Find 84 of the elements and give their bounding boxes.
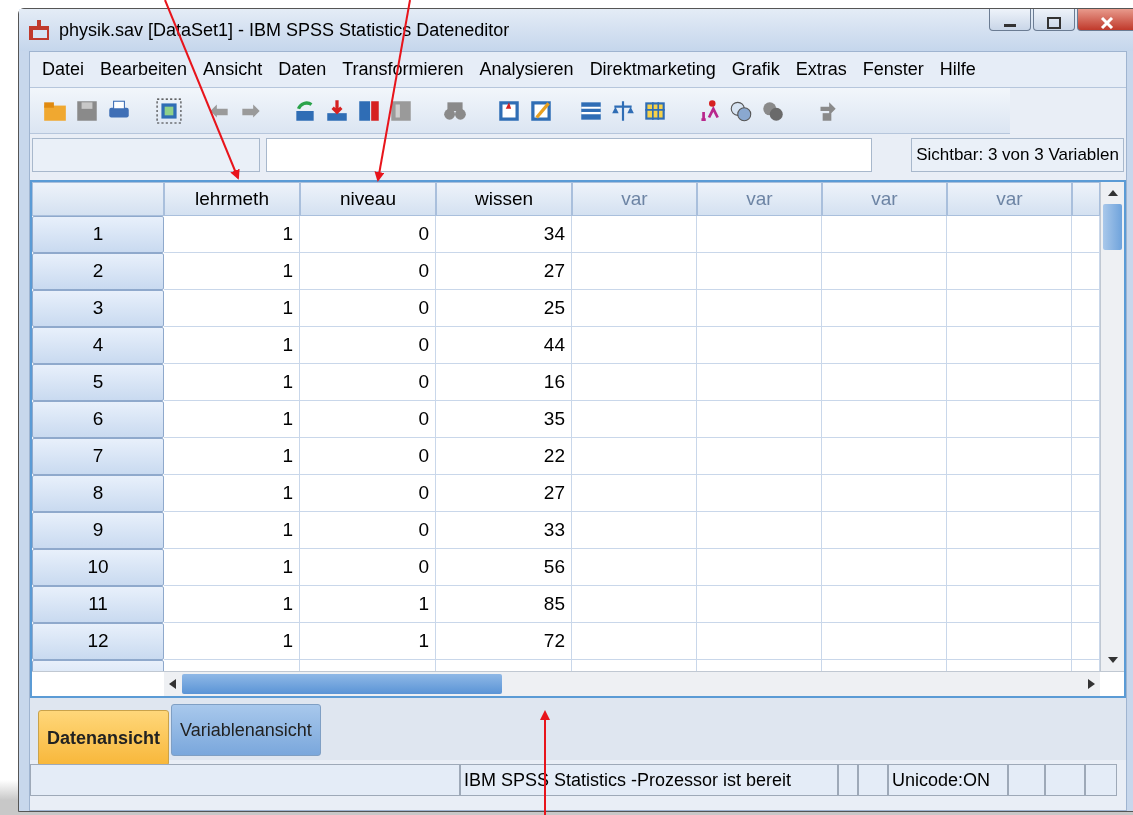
table-cell: 27: [436, 475, 572, 512]
row-header[interactable]: 2: [32, 253, 164, 290]
row-header[interactable]: 5: [32, 364, 164, 401]
table-cell: 1: [164, 623, 300, 660]
column-header[interactable]: niveau: [300, 182, 436, 216]
cell-value-field[interactable]: [266, 138, 872, 172]
table-cell: 0: [300, 364, 436, 401]
table-cell: 16: [436, 364, 572, 401]
table-cell: 1: [164, 216, 300, 253]
app-icon: [27, 18, 51, 42]
table-cell: 27: [436, 253, 572, 290]
table-cell: 85: [436, 586, 572, 623]
row-header[interactable]: 12: [32, 623, 164, 660]
dialog-recall-icon[interactable]: [156, 97, 182, 124]
menu-item[interactable]: Ansicht: [195, 56, 271, 83]
horizontal-scrollbar[interactable]: [164, 672, 1100, 696]
table-cell: 1: [164, 290, 300, 327]
column-header[interactable]: lehrmeth: [164, 182, 300, 216]
table-cell: 1: [164, 253, 300, 290]
table-cell: 0: [300, 290, 436, 327]
table-cell: 34: [436, 216, 572, 253]
row-header[interactable]: 9: [32, 512, 164, 549]
status-panel: [1045, 764, 1085, 796]
menu-item[interactable]: Daten: [270, 56, 335, 83]
menu-item[interactable]: Hilfe: [931, 56, 984, 83]
table-cell: 1: [164, 475, 300, 512]
table-cell: 33: [436, 512, 572, 549]
table-cell: 1: [164, 401, 300, 438]
table-cell: 0: [300, 327, 436, 364]
row-header[interactable]: 8: [32, 475, 164, 512]
table-cell: 1: [164, 364, 300, 401]
table-cell: 35: [436, 401, 572, 438]
table-cell: 25: [436, 290, 572, 327]
maximize-icon: [1047, 17, 1061, 30]
view-tab[interactable]: Datenansicht: [38, 710, 170, 766]
scroll-up-icon[interactable]: [1106, 189, 1119, 197]
table-cell: 0: [300, 475, 436, 512]
vertical-scrollbar[interactable]: [1100, 182, 1124, 671]
menu-item[interactable]: Extras: [787, 56, 855, 83]
menu-item[interactable]: Fenster: [854, 56, 932, 83]
table-cell: 56: [436, 549, 572, 586]
table-cell: 1: [164, 549, 300, 586]
table-cell: 22: [436, 438, 572, 475]
cell-reference-field[interactable]: [32, 138, 260, 172]
table-cell: 0: [300, 216, 436, 253]
maximize-button[interactable]: [1033, 9, 1075, 31]
scroll-thumb[interactable]: [182, 674, 502, 694]
menu-item[interactable]: Datei: [34, 56, 93, 83]
table-cell: 1: [164, 327, 300, 364]
status-text: Unicode:ON: [888, 764, 1008, 796]
table-cell: 0: [300, 549, 436, 586]
status-panel: [1085, 764, 1117, 796]
table-cell: 0: [300, 253, 436, 290]
scroll-thumb[interactable]: [1103, 204, 1122, 250]
row-header[interactable]: 1: [32, 216, 164, 253]
table-cell: 44: [436, 327, 572, 364]
close-button[interactable]: [1077, 9, 1133, 31]
visible-variables-label: Sichtbar: 3 von 3 Variablen: [911, 138, 1124, 172]
column-header[interactable]: wissen: [436, 182, 572, 216]
table-cell: 0: [300, 401, 436, 438]
table-cell: 1: [300, 586, 436, 623]
status-panel: [1008, 764, 1045, 796]
menu-item[interactable]: Direktmarketing: [581, 56, 724, 83]
row-header[interactable]: 7: [32, 438, 164, 475]
row-header[interactable]: 4: [32, 327, 164, 364]
table-cell: 1: [164, 586, 300, 623]
minimize-button[interactable]: [989, 9, 1031, 31]
menu-item[interactable]: Bearbeiten: [92, 56, 196, 83]
scroll-down-icon[interactable]: [1106, 656, 1119, 664]
menu-item[interactable]: Grafik: [723, 56, 788, 83]
table-cell: 72: [436, 623, 572, 660]
insert-case-icon[interactable]: [324, 97, 350, 124]
table-cell: 0: [300, 512, 436, 549]
row-header[interactable]: 11: [32, 586, 164, 623]
view-tab[interactable]: Variablenansicht: [171, 704, 321, 756]
row-header[interactable]: 3: [32, 290, 164, 327]
row-header[interactable]: 10: [32, 549, 164, 586]
table-cell: 1: [300, 623, 436, 660]
menu-item[interactable]: Analysieren: [471, 56, 582, 83]
close-icon: [1100, 17, 1114, 30]
table-cell: 1: [164, 512, 300, 549]
row-header[interactable]: 6: [32, 401, 164, 438]
table-cell: 0: [300, 438, 436, 475]
table-cell: 1: [164, 438, 300, 475]
